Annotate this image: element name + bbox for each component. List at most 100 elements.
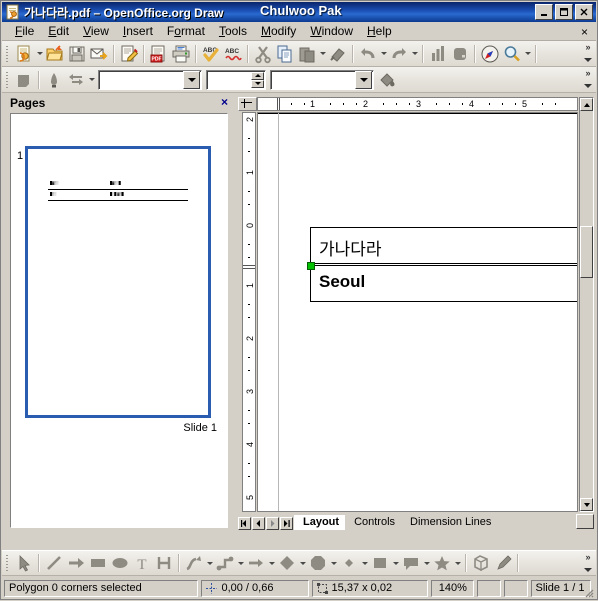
toolbar-grip[interactable] [4, 553, 11, 573]
vertical-ruler[interactable]: 2 1 0 1 2 3 4 5 [242, 112, 256, 512]
export-pdf-icon[interactable]: PDF [148, 43, 170, 65]
basic-shapes-dropdown-icon[interactable] [298, 552, 307, 574]
symbol-shapes-icon[interactable] [307, 552, 329, 574]
new-document-icon[interactable] [13, 43, 35, 65]
area-style-dropdown-icon[interactable] [355, 70, 372, 89]
toolbar-grip[interactable] [4, 69, 11, 90]
menu-item-format[interactable]: Format [160, 22, 212, 40]
undo-icon[interactable] [357, 43, 379, 65]
rectangle-icon[interactable] [87, 552, 109, 574]
resize-grip-icon[interactable] [582, 586, 594, 598]
menu-item-view[interactable]: View [76, 22, 116, 40]
status-zoom-level[interactable]: 140% [431, 579, 475, 597]
points-icon[interactable] [492, 552, 514, 574]
minimize-button[interactable] [535, 4, 553, 20]
undo-dropdown-icon[interactable] [379, 43, 388, 65]
vertical-scroll-thumb[interactable] [580, 226, 593, 278]
line-style-dropdown-icon[interactable] [183, 70, 200, 89]
selection-handle[interactable] [307, 262, 315, 270]
menu-item-help[interactable]: Help [360, 22, 399, 40]
new-document-dropdown-icon[interactable] [35, 43, 44, 65]
close-document-button[interactable]: × [581, 25, 588, 39]
line-arrow-icon[interactable] [65, 69, 87, 91]
lines-and-arrows-dropdown-icon[interactable] [267, 552, 276, 574]
layer-tab-dimension-lines[interactable]: Dimension Lines [401, 515, 504, 530]
text-box-korean[interactable]: 가나다라 [310, 227, 577, 264]
close-button[interactable] [575, 4, 593, 20]
spelling-check-icon[interactable]: ABC [200, 43, 222, 65]
copy-icon[interactable] [274, 43, 296, 65]
close-icon[interactable]: × [221, 96, 228, 108]
drawing-canvas[interactable]: 가나다라 Seoul [257, 112, 578, 512]
scroll-up-button[interactable] [580, 98, 593, 111]
line-width-stepper[interactable] [251, 71, 264, 88]
menu-item-modify[interactable]: Modify [254, 22, 303, 40]
menu-item-insert[interactable]: Insert [116, 22, 160, 40]
ellipse-icon[interactable] [109, 552, 131, 574]
flowchart-icon[interactable] [369, 552, 391, 574]
clone-formatting-icon[interactable] [327, 43, 349, 65]
toolbar-grip[interactable] [4, 43, 11, 64]
curve-dropdown-icon[interactable] [205, 552, 214, 574]
maximize-button[interactable] [555, 4, 573, 20]
select-arrow-icon[interactable] [13, 552, 35, 574]
block-arrows-icon[interactable] [338, 552, 360, 574]
email-document-icon[interactable] [88, 43, 110, 65]
open-folder-icon[interactable] [44, 43, 66, 65]
line-arrow-dropdown-icon[interactable] [87, 69, 96, 91]
print-icon[interactable] [170, 43, 192, 65]
line-style-combo[interactable] [98, 69, 202, 90]
paste-dropdown-icon[interactable] [318, 43, 327, 65]
save-icon[interactable] [66, 43, 88, 65]
flowchart-dropdown-icon[interactable] [391, 552, 400, 574]
line-ends-with-arrow-icon[interactable] [65, 552, 87, 574]
ruler-origin-button[interactable] [238, 97, 257, 111]
symbol-shapes-dropdown-icon[interactable] [329, 552, 338, 574]
page-thumbnail-1[interactable]: █▓▒░ █▓▒░█ █▒░ █░█ ▓▒█ [25, 146, 211, 418]
last-layer-button[interactable] [280, 517, 293, 530]
basic-shapes-icon[interactable] [276, 552, 298, 574]
drawing-toolbar-overflow[interactable]: » [581, 551, 595, 575]
redo-icon[interactable] [388, 43, 410, 65]
autospellcheck-icon[interactable]: ABC [222, 43, 244, 65]
fill-bucket-icon[interactable] [376, 69, 398, 91]
curve-icon[interactable] [183, 552, 205, 574]
stars-dropdown-icon[interactable] [453, 552, 462, 574]
cut-icon[interactable] [252, 43, 274, 65]
line-width-spinner[interactable] [206, 69, 266, 90]
redo-dropdown-icon[interactable] [410, 43, 419, 65]
callouts-icon[interactable] [400, 552, 422, 574]
arrow-style-icon[interactable] [43, 69, 65, 91]
edit-file-icon[interactable] [118, 43, 140, 65]
line-and-filling-toolbar-overflow[interactable]: » [581, 67, 595, 91]
page-sheet[interactable]: 가나다라 Seoul [258, 113, 577, 511]
line-width-down-icon[interactable] [251, 79, 264, 88]
line-icon[interactable] [43, 552, 65, 574]
menu-item-window[interactable]: Window [303, 22, 360, 40]
dimension-line-icon[interactable] [153, 552, 175, 574]
zoom-dropdown-icon[interactable] [523, 43, 532, 65]
line-width-up-icon[interactable] [251, 71, 264, 80]
connector-icon[interactable] [214, 552, 236, 574]
menu-item-file[interactable]: File [8, 22, 41, 40]
stars-icon[interactable] [431, 552, 453, 574]
chart-icon[interactable] [427, 43, 449, 65]
line-style-icon[interactable] [13, 69, 35, 91]
first-layer-button[interactable] [238, 517, 251, 530]
table-icon[interactable] [449, 43, 471, 65]
scroll-down-button[interactable] [580, 498, 593, 511]
3d-objects-icon[interactable] [470, 552, 492, 574]
callouts-dropdown-icon[interactable] [422, 552, 431, 574]
text-icon[interactable]: T [131, 552, 153, 574]
horizontal-ruler[interactable]: 1 2 3 4 5 [257, 97, 578, 111]
area-style-combo[interactable] [270, 69, 374, 90]
pages-panel-body[interactable]: 1 █▓▒░ █▓▒░█ █▒░ █░█ ▓▒█ Slide 1 [10, 113, 228, 528]
menu-item-tools[interactable]: Tools [212, 22, 254, 40]
lines-and-arrows-icon[interactable] [245, 552, 267, 574]
previous-layer-button[interactable] [252, 517, 265, 530]
block-arrows-dropdown-icon[interactable] [360, 552, 369, 574]
layer-tab-controls[interactable]: Controls [345, 515, 407, 530]
standard-toolbar-overflow[interactable]: » [581, 41, 595, 65]
menu-item-edit[interactable]: Edit [41, 22, 76, 40]
paste-icon[interactable] [296, 43, 318, 65]
